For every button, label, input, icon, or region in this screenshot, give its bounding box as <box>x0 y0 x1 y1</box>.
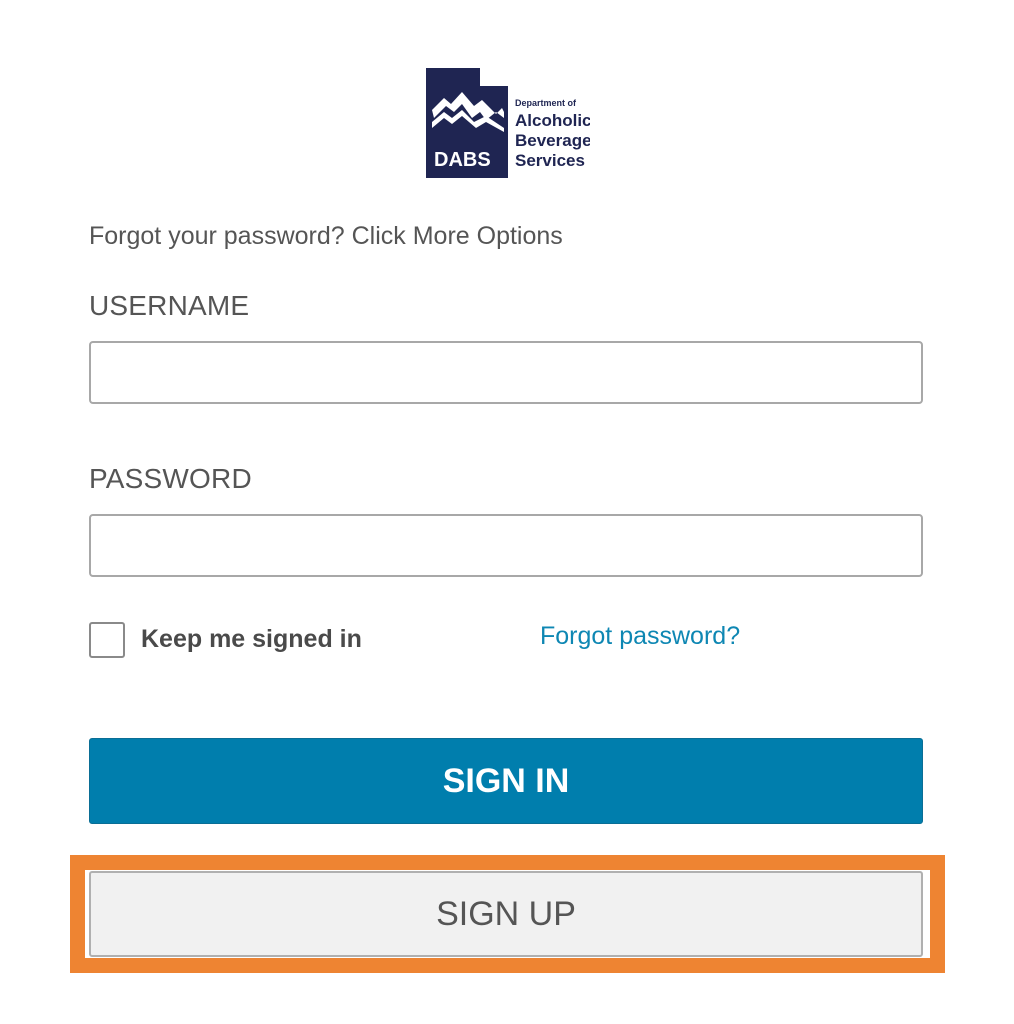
keep-signed-in-label[interactable]: Keep me signed in <box>141 625 362 654</box>
username-input[interactable] <box>89 341 923 404</box>
logo-abbrev: DABS <box>434 149 491 171</box>
forgot-password-link[interactable]: Forgot password? <box>540 622 740 651</box>
dabs-logo: DABS Department of Alcoholic Beverage Se… <box>424 66 590 180</box>
logo-line-2: Alcoholic <box>515 111 590 130</box>
logo-line-1: Department of <box>515 98 577 108</box>
sign-up-button[interactable]: SIGN UP <box>89 871 923 957</box>
keep-signed-in-checkbox[interactable] <box>89 622 125 658</box>
password-input[interactable] <box>89 514 923 577</box>
sign-in-button[interactable]: SIGN IN <box>89 738 923 824</box>
logo-line-4: Services <box>515 151 585 170</box>
password-hint-text: Forgot your password? Click More Options <box>89 222 563 250</box>
username-label: USERNAME <box>89 290 250 321</box>
logo-line-3: Beverage <box>515 131 590 150</box>
password-label: PASSWORD <box>89 463 252 494</box>
